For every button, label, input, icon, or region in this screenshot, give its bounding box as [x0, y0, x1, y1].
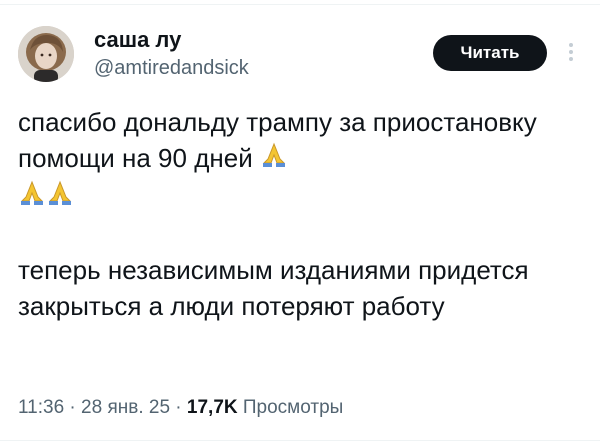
follow-button[interactable]: Читать: [433, 35, 547, 71]
avatar[interactable]: [18, 26, 74, 82]
user-handle[interactable]: @amtiredandsick: [94, 56, 249, 80]
profile-photo-icon: [18, 26, 74, 82]
folded-hands-icon: [46, 179, 74, 216]
top-divider: [0, 4, 600, 5]
tweet-date[interactable]: 28 янв. 25: [81, 397, 170, 418]
tweet-paragraph-2: теперь независимым изданиями придется за…: [18, 255, 529, 321]
folded-hands-icon: [260, 141, 288, 178]
bottom-divider: [0, 440, 600, 441]
tweet-time[interactable]: 11:36: [18, 397, 64, 418]
more-vertical-icon[interactable]: [560, 36, 582, 68]
display-name[interactable]: саша лу: [94, 27, 181, 53]
tweet-text: спасибо дональду трампу за приостановку …: [18, 104, 578, 324]
meta-separator: ·: [69, 397, 76, 418]
meta-separator: ·: [175, 397, 182, 418]
tweet-paragraph-1: спасибо дональду трампу за приостановку …: [18, 104, 578, 216]
folded-hands-icon: [18, 179, 46, 216]
views-label: Просмотры: [242, 397, 344, 418]
views-count: 17,7K: [186, 397, 238, 418]
tweet-meta: 11:36 · 28 янв. 25 · 17,7K Просмотры: [18, 395, 343, 421]
